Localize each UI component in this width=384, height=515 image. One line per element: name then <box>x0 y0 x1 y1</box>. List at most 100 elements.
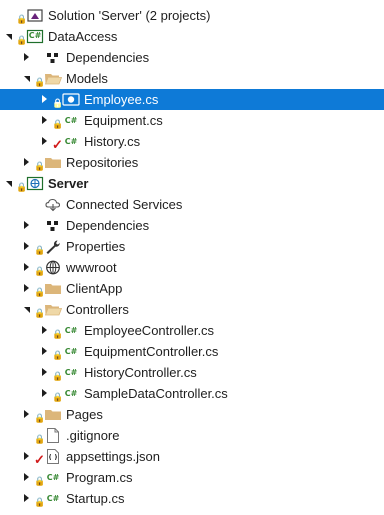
expand-arrow-icon[interactable] <box>24 221 29 229</box>
tree-item-label: Connected Services <box>66 197 183 212</box>
tree-item-label: DataAccess <box>48 29 118 44</box>
csharp-badge-text: C# <box>64 347 78 356</box>
collapse-arrow-icon[interactable] <box>24 76 30 82</box>
csharp-file-icon: C# <box>62 343 80 360</box>
csharp-file-icon: C# <box>62 364 80 381</box>
tree-item-pages[interactable]: 🔒 Pages <box>0 404 384 425</box>
tree-item-properties[interactable]: 🔒 Properties <box>0 236 384 257</box>
csharp-badge-text: C# <box>64 116 78 125</box>
tree-item-label: Program.cs <box>66 470 133 485</box>
tree-item-startup-cs[interactable]: 🔒 C# Startup.cs <box>0 488 384 509</box>
tree-item-equipmentcontroller-cs[interactable]: 🔒 C# EquipmentController.cs <box>0 341 384 362</box>
web-project-icon <box>26 175 44 192</box>
json-file-icon <box>44 448 62 465</box>
tree-item-label: SampleDataController.cs <box>84 386 228 401</box>
expand-arrow-icon[interactable] <box>42 137 47 145</box>
expand-arrow-icon[interactable] <box>24 53 29 61</box>
csharp-badge-text: C# <box>64 368 78 377</box>
tree-item-label: Dependencies <box>66 218 150 233</box>
tree-item-dependencies[interactable]: Dependencies <box>0 47 384 68</box>
tree-item-label: Repositories <box>66 155 139 170</box>
solution-explorer-tree: 🔒 Solution 'Server' (2 projects) 🔒 C# DataAc… <box>0 0 384 515</box>
folder-icon <box>44 154 62 171</box>
tree-item-label: Solution 'Server' (2 projects) <box>48 8 211 23</box>
dependencies-icon <box>44 49 62 66</box>
tree-item-label: .gitignore <box>66 428 120 443</box>
tree-item-models[interactable]: 🔒 Models <box>0 68 384 89</box>
expand-arrow-icon[interactable] <box>24 158 29 166</box>
tree-item-label: appsettings.json <box>66 449 160 464</box>
tree-item-label: EmployeeController.cs <box>84 323 215 338</box>
tree-item-dataaccess[interactable]: 🔒 C# DataAccess <box>0 26 384 47</box>
tree-item-label: Server <box>48 176 89 191</box>
csharp-project-icon: C# <box>26 28 44 45</box>
expand-arrow-icon[interactable] <box>42 95 47 103</box>
tree-item-repositories[interactable]: 🔒 Repositories <box>0 152 384 173</box>
tree-item-employee-cs[interactable]: 🔒 Employee.cs <box>0 89 384 110</box>
tree-item-employeecontroller-cs[interactable]: 🔒 C# EmployeeController.cs <box>0 320 384 341</box>
expand-arrow-icon[interactable] <box>24 494 29 502</box>
tree-item-label: HistoryController.cs <box>84 365 197 380</box>
csharp-file-icon: C# <box>62 112 80 129</box>
csharp-file-icon: C# <box>62 322 80 339</box>
folder-open-icon <box>44 301 63 318</box>
tree-item-label: Equipment.cs <box>84 113 163 128</box>
tree-item-equipment-cs[interactable]: 🔒 C# Equipment.cs <box>0 110 384 131</box>
dependencies-icon <box>44 217 62 234</box>
collapse-arrow-icon[interactable] <box>24 307 30 313</box>
tree-item-label: History.cs <box>84 134 141 149</box>
tree-item-gitignore[interactable]: 🔒 .gitignore <box>0 425 384 446</box>
csharp-file-icon: C# <box>44 469 62 486</box>
expand-arrow-icon[interactable] <box>24 242 29 250</box>
tree-item-solution-server-2-projects[interactable]: 🔒 Solution 'Server' (2 projects) <box>0 5 384 26</box>
folder-icon <box>44 406 62 423</box>
tree-item-dependencies[interactable]: Dependencies <box>0 215 384 236</box>
expand-arrow-icon[interactable] <box>42 116 47 124</box>
text-file-icon <box>44 427 62 444</box>
collapse-arrow-icon[interactable] <box>6 34 12 40</box>
expand-arrow-icon[interactable] <box>24 410 29 418</box>
expand-arrow-icon[interactable] <box>42 389 47 397</box>
tree-item-appsettings-json[interactable]: ✓ appsettings.json <box>0 446 384 467</box>
tree-item-program-cs[interactable]: 🔒 C# Program.cs <box>0 467 384 488</box>
tree-item-sampledatacontroller-cs[interactable]: 🔒 C# SampleDataController.cs <box>0 383 384 404</box>
tree-item-label: Models <box>66 71 108 86</box>
csharp-file-icon: C# <box>62 385 80 402</box>
tree-item-label: Dependencies <box>66 50 150 65</box>
expand-arrow-icon[interactable] <box>24 452 29 460</box>
expand-arrow-icon[interactable] <box>24 473 29 481</box>
connected-services-icon <box>44 196 62 213</box>
tree-item-label: Employee.cs <box>84 92 159 107</box>
tree-item-label: wwwroot <box>66 260 117 275</box>
tree-item-history-cs[interactable]: ✓ C# History.cs <box>0 131 384 152</box>
tree-item-clientapp[interactable]: 🔒 ClientApp <box>0 278 384 299</box>
solution-icon <box>26 7 44 24</box>
csharp-badge-text: C# <box>64 326 78 335</box>
tree-item-connected-services[interactable]: Connected Services <box>0 194 384 215</box>
tree-item-controllers[interactable]: 🔒 Controllers <box>0 299 384 320</box>
collapse-arrow-icon[interactable] <box>6 181 12 187</box>
tree-item-label: Startup.cs <box>66 491 125 506</box>
expand-arrow-icon[interactable] <box>24 263 29 271</box>
wrench-icon <box>44 238 62 255</box>
expand-arrow-icon[interactable] <box>42 368 47 376</box>
tree-item-wwwroot[interactable]: 🔒 wwwroot <box>0 257 384 278</box>
csharp-badge-text: C# <box>28 31 42 40</box>
folder-open-icon <box>44 70 63 87</box>
csharp-badge-text: C# <box>64 389 78 398</box>
tree-item-historycontroller-cs[interactable]: 🔒 C# HistoryController.cs <box>0 362 384 383</box>
expand-arrow-icon[interactable] <box>24 284 29 292</box>
expand-arrow-icon[interactable] <box>42 347 47 355</box>
expand-arrow-icon[interactable] <box>42 326 47 334</box>
tree-item-label: Controllers <box>66 302 129 317</box>
tree-item-label: ClientApp <box>66 281 123 296</box>
csharp-badge-text: C# <box>46 473 60 482</box>
csharp-badge-text: C# <box>64 137 78 146</box>
tree-item-label: EquipmentController.cs <box>84 344 219 359</box>
csharp-file-icon: C# <box>62 133 80 150</box>
csharp-file-icon: C# <box>44 490 62 507</box>
csharp-class-file-icon <box>62 91 80 108</box>
csharp-badge-text: C# <box>46 494 60 503</box>
tree-item-server[interactable]: 🔒 Server <box>0 173 384 194</box>
tree-item-label: Pages <box>66 407 103 422</box>
